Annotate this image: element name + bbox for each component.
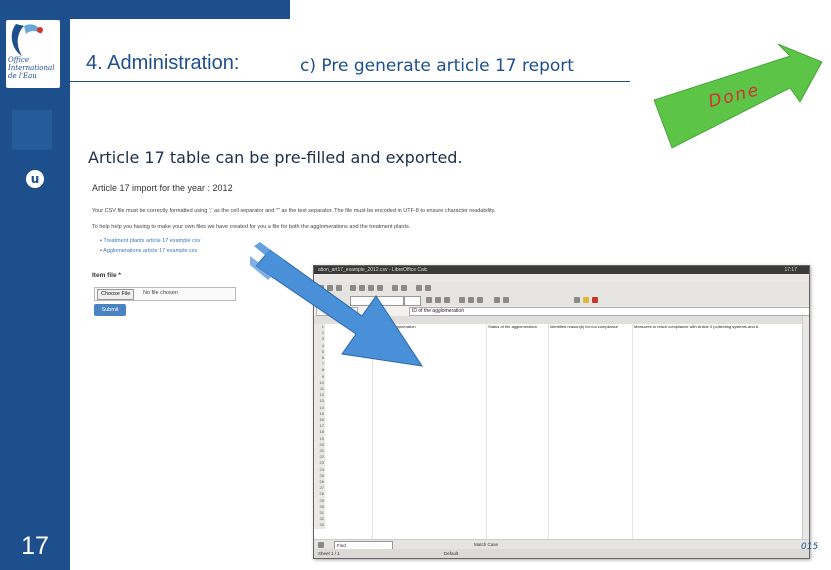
grid-line — [548, 324, 549, 539]
import-heading: Article 17 import for the year : 2012 — [92, 183, 233, 193]
calc-clock: 17:17 — [784, 267, 797, 273]
calc-statusbar: Sheet 1 / 1 Default — [314, 549, 809, 558]
header-cell-c[interactable]: Status of the agglomeration — [488, 324, 546, 330]
choose-file-button[interactable]: Choose File — [97, 289, 135, 300]
logo-line-3: de l'Eau — [8, 72, 37, 80]
status-sheet: Sheet 1 / 1 — [318, 551, 340, 556]
grid-line — [632, 324, 633, 539]
vertical-scrollbar[interactable] — [802, 316, 809, 539]
agglomerations-example-link[interactable]: Agglomerations article 17 example csv — [100, 248, 197, 254]
borders-icon[interactable] — [574, 297, 580, 303]
align-right-icon[interactable] — [477, 297, 483, 303]
u-badge-icon: u — [26, 170, 44, 188]
no-file-text: No file chosen — [143, 290, 178, 296]
table-cell[interactable] — [326, 522, 371, 528]
percent-icon[interactable] — [503, 297, 509, 303]
treatment-plants-example-link[interactable]: Treatment plants article 17 example csv — [100, 238, 200, 244]
font-color-icon[interactable] — [592, 297, 598, 303]
table-cell[interactable] — [374, 522, 484, 528]
slide-subtitle: c) Pre generate article 17 report — [300, 56, 574, 76]
item-file-label: Item file * — [92, 272, 121, 279]
background-color-icon[interactable] — [583, 297, 589, 303]
logo-text: Office International de l'Eau — [8, 56, 60, 80]
decorative-block — [12, 110, 52, 150]
logo-line-1: Office — [8, 56, 29, 64]
slide-sidebar: Office International de l'Eau u 17 — [0, 0, 70, 570]
match-case-checkbox[interactable]: Match Case — [474, 541, 498, 549]
slide-title: 4. Administration: — [86, 52, 240, 74]
logo-emblem-icon — [11, 24, 43, 56]
format-instructions: Your CSV file must be correctly formatte… — [92, 208, 496, 214]
header-cell-d[interactable]: Identified reason(s) for not compliance — [550, 324, 630, 330]
help-instructions: To help help you having to make your own… — [92, 224, 411, 230]
currency-icon[interactable] — [494, 297, 500, 303]
submit-button[interactable]: Submit — [94, 304, 126, 316]
page-number: 17 — [21, 532, 49, 560]
grid-line — [486, 324, 487, 539]
close-find-icon[interactable] — [318, 542, 324, 548]
pointer-arrow-icon — [250, 242, 424, 367]
footer-fragment: 015 — [801, 542, 819, 552]
title-rule — [70, 81, 630, 82]
top-strip — [70, 0, 290, 19]
row-number[interactable]: 33 — [314, 522, 325, 529]
slide-description: Article 17 table can be pre-filled and e… — [88, 148, 463, 167]
logo-line-2: International — [8, 64, 55, 72]
header-cell-e[interactable]: Measures to reach compliance with Articl… — [634, 324, 802, 330]
status-style: Default — [444, 551, 459, 556]
file-input[interactable]: Choose File No file chosen — [94, 287, 236, 301]
